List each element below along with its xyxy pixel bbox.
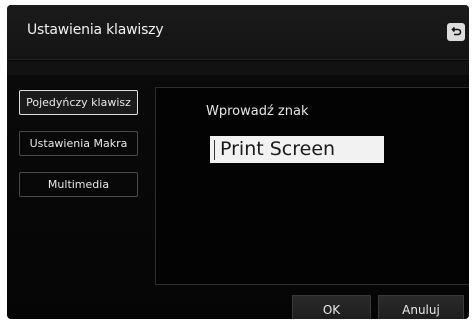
key-input-field[interactable]: Print Screen xyxy=(210,136,384,163)
back-button[interactable] xyxy=(447,23,465,41)
dialog-title: Ustawienia klawiszy xyxy=(27,22,164,38)
sidebar-item-single-key[interactable]: Pojedyńczy klawisz xyxy=(19,90,138,115)
sidebar-item-label: Multimedia xyxy=(47,178,110,191)
key-input-panel: Wprowadź znak Print Screen xyxy=(155,87,469,285)
title-bar: Ustawienia klawiszy xyxy=(7,5,469,60)
sidebar-item-label: Ustawienia Makra xyxy=(29,137,128,150)
key-settings-dialog: Ustawienia klawiszy Pojedyńczy klawisz U… xyxy=(7,5,469,319)
ok-button-label: OK xyxy=(322,302,341,317)
key-input-value: Print Screen xyxy=(220,138,336,160)
sidebar-item-multimedia[interactable]: Multimedia xyxy=(19,172,138,197)
cancel-button-label: Anuluj xyxy=(402,302,440,317)
sidebar-item-label: Pojedyńczy klawisz xyxy=(26,96,131,109)
header-separator xyxy=(7,61,469,75)
ok-button[interactable]: OK xyxy=(292,295,371,319)
text-caret xyxy=(214,140,215,160)
input-prompt: Wprowadź znak xyxy=(206,104,309,119)
cancel-button[interactable]: Anuluj xyxy=(378,295,464,319)
return-arrow-icon xyxy=(451,26,462,36)
sidebar-item-macro-settings[interactable]: Ustawienia Makra xyxy=(19,131,138,156)
